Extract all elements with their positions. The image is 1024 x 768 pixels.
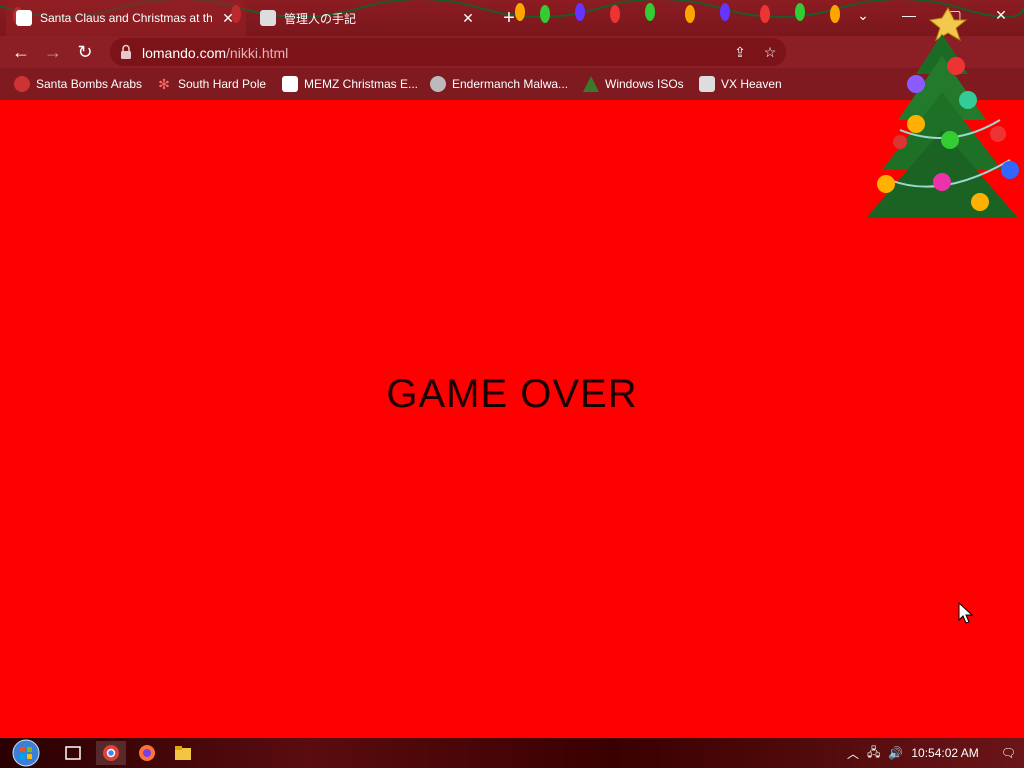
game-over-text: GAME OVER [386,372,638,416]
snowflake-icon: ✻ [158,76,170,92]
bookmark-santa-bombs[interactable]: Santa Bombs Arabs [14,76,142,92]
forward-button[interactable]: → [42,41,64,63]
bookmark-memz[interactable]: MEMZ Christmas E... [282,76,418,92]
tab-favicon-icon [260,10,276,26]
tab-nikki[interactable]: 管理人の手記 ✕ [250,0,486,36]
bookmark-south-hard-pole[interactable]: ✻ South Hard Pole [156,76,266,92]
bookmark-label: Santa Bombs Arabs [36,77,143,91]
volume-icon[interactable]: 🔊 [888,746,903,760]
firefox-taskbar-icon[interactable] [132,741,162,765]
notifications-icon[interactable]: 🗨 [1001,746,1016,760]
close-tab-icon[interactable]: ✕ [460,10,476,27]
show-hidden-icons-icon[interactable]: ︿ [847,745,859,762]
tab-title: 管理人の手記 [284,11,357,26]
share-icon[interactable]: ⇪ [730,42,750,62]
tab-favicon-icon [16,10,32,26]
raccoon-icon [430,76,446,92]
start-button[interactable] [8,739,44,767]
network-icon[interactable]: 🖧 [867,743,880,764]
bookmark-label: VX Heaven [721,77,782,91]
bookmark-label: MEMZ Christmas E... [304,77,419,91]
bookmark-vx-heaven[interactable]: VX Heaven [699,76,782,92]
address-bar[interactable]: lomando.com/nikki.html ⇪ ☆ [110,38,786,66]
reload-button[interactable]: ↻ [74,41,96,63]
tab-title: Santa Claus and Christmas at the [40,11,212,25]
lock-icon [121,44,131,59]
bookmark-windows-isos[interactable]: Windows ISOs [583,76,684,92]
bookmark-endermanch[interactable]: Endermanch Malwa... [430,76,568,92]
chrome-taskbar-icon[interactable] [96,741,126,765]
file-explorer-icon[interactable] [168,741,198,765]
windows-logo-icon [12,739,40,767]
bookmark-label: South Hard Pole [178,77,267,91]
tab-santa-claus[interactable]: Santa Claus and Christmas at the ✕ [6,0,246,36]
bookmark-label: Endermanch Malwa... [452,77,569,91]
vx-icon [699,76,715,92]
christmas-tree-decoration [866,6,1019,218]
memz-icon [282,76,298,92]
url-host: lomando.com [142,45,227,61]
system-tray: ︿ 🖧 🔊 10:54:02 AM 🗨 [847,738,1024,768]
santa-icon [14,76,30,92]
new-tab-button[interactable]: + [498,7,520,29]
clock[interactable]: 10:54:02 AM [911,746,978,760]
bookmark-star-icon[interactable]: ☆ [760,42,780,62]
url-path: /nikki.html [226,45,289,61]
url-text: lomando.com/nikki.html [142,45,288,61]
bookmark-label: Windows ISOs [605,77,684,91]
tree-icon [583,76,599,92]
task-view-icon[interactable] [58,741,88,765]
mouse-cursor-icon [958,602,974,624]
back-button[interactable]: ← [10,41,32,63]
omnibox-actions: ⇪ ☆ [730,42,780,62]
close-tab-icon[interactable]: ✕ [220,10,236,27]
taskbar: ︿ 🖧 🔊 10:54:02 AM 🗨 [0,738,1024,768]
